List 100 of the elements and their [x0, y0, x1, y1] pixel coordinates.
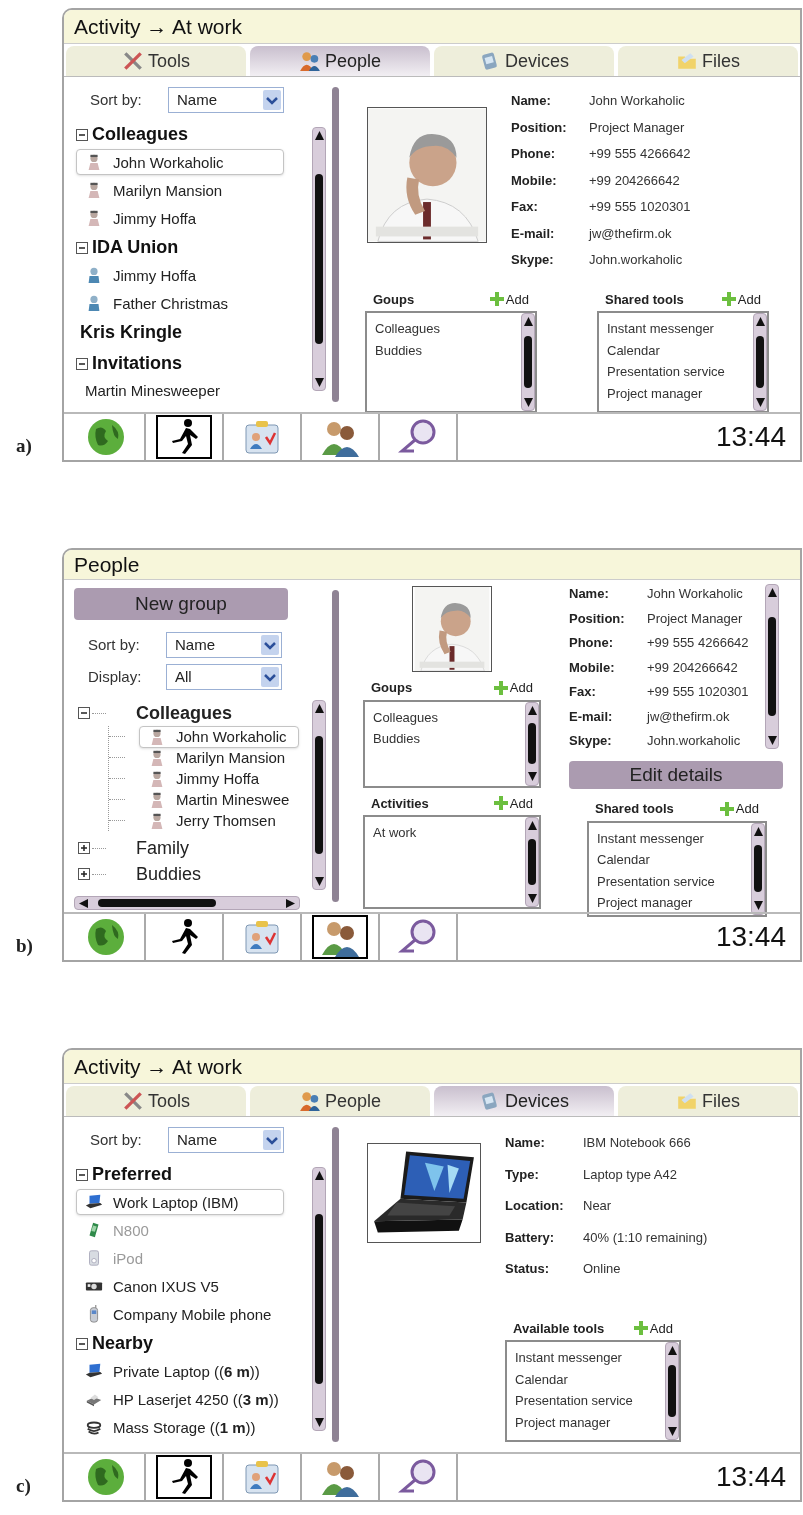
collapse-icon[interactable] [76, 1168, 88, 1181]
scroll-down-icon[interactable] [767, 736, 777, 745]
list-item[interactable]: Buddies [375, 340, 513, 360]
scrollbar-thumb[interactable] [315, 736, 323, 854]
scrollbar[interactable] [765, 584, 779, 749]
scroll-down-icon[interactable] [755, 398, 765, 407]
scrollbar[interactable] [665, 1342, 679, 1440]
scroll-up-icon[interactable] [753, 826, 763, 836]
list-item[interactable]: Project manager [515, 1412, 657, 1432]
scrollbar-thumb[interactable] [528, 839, 536, 885]
list-item[interactable]: Jimmy Hoffa [76, 262, 284, 288]
collapse-icon[interactable] [76, 1337, 88, 1350]
list-item[interactable]: Martin Minesweeper [76, 378, 284, 403]
scroll-left-icon[interactable] [79, 898, 88, 908]
scrollbar[interactable] [74, 896, 300, 910]
tab[interactable]: People [250, 1086, 430, 1116]
scrollbar[interactable] [312, 127, 326, 391]
list-item[interactable]: HP Laserjet 4250 ((3 m)) [76, 1386, 284, 1412]
taskbar-button[interactable] [312, 915, 368, 959]
collapse-icon[interactable] [76, 128, 88, 141]
scrollbar-thumb[interactable] [754, 844, 762, 893]
list-item[interactable]: Company Mobile phone [76, 1301, 284, 1327]
scrollbar-thumb[interactable] [768, 616, 776, 717]
scroll-down-icon[interactable] [314, 877, 324, 886]
tab[interactable]: Files [618, 46, 798, 76]
scroll-down-icon[interactable] [667, 1427, 677, 1436]
list-item[interactable]: Mass Storage ((1 m)) [76, 1414, 284, 1440]
collapse-icon[interactable] [78, 707, 90, 719]
scrollbar[interactable] [525, 817, 539, 907]
scroll-down-icon[interactable] [314, 378, 324, 387]
list-item[interactable]: Jimmy Hoffa [76, 205, 284, 231]
scrollbar[interactable] [521, 313, 535, 411]
list-item[interactable]: Presentation service [515, 1391, 657, 1411]
dropdown[interactable]: All [166, 664, 282, 690]
scrollbar[interactable] [753, 313, 767, 411]
add-button[interactable]: Add [721, 289, 761, 309]
scroll-down-icon[interactable] [527, 894, 537, 903]
scrollbar-thumb[interactable] [315, 174, 323, 344]
add-button[interactable]: Add [719, 799, 759, 819]
list-item[interactable]: Father Christmas [76, 290, 284, 316]
add-button[interactable]: Add [493, 793, 533, 813]
scroll-up-icon[interactable] [667, 1346, 677, 1355]
list-item[interactable]: Instant messenger [515, 1348, 657, 1368]
list-item[interactable]: Calendar [597, 850, 743, 870]
list-item[interactable]: Marilyn Mansion [139, 746, 299, 769]
group-label[interactable]: Invitations [92, 350, 182, 377]
list-item[interactable]: Instant messenger [597, 828, 743, 848]
group-label[interactable]: Preferred [92, 1161, 173, 1188]
list-item[interactable]: Private Laptop ((6 m)) [76, 1358, 284, 1384]
scrollbar-thumb[interactable] [528, 722, 536, 765]
expand-icon[interactable] [78, 868, 90, 880]
list-item[interactable]: Calendar [515, 1369, 657, 1389]
list-item[interactable]: Instant messenger [607, 319, 745, 339]
tab[interactable]: Tools [66, 46, 246, 76]
tab[interactable]: Files [618, 1086, 798, 1116]
scrollbar-thumb[interactable] [524, 336, 532, 388]
scroll-up-icon[interactable] [527, 705, 537, 715]
group-label[interactable]: Buddies [136, 860, 202, 888]
group-label[interactable]: Colleagues [92, 121, 189, 148]
list-item[interactable]: Colleagues [373, 707, 517, 727]
scrollbar[interactable] [312, 1167, 326, 1431]
scrollbar[interactable] [751, 822, 765, 915]
list-item[interactable]: Presentation service [607, 362, 745, 382]
scrollbar-thumb[interactable] [315, 1214, 323, 1384]
list-item[interactable]: Project manager [607, 383, 745, 403]
tab[interactable]: Tools [66, 1086, 246, 1116]
dropdown[interactable]: Name [166, 632, 282, 658]
scroll-up-icon[interactable] [314, 131, 324, 140]
scrollbar-thumb[interactable] [98, 899, 216, 907]
list-item[interactable]: At work [373, 823, 517, 843]
scrollbar[interactable] [525, 701, 539, 786]
edit-details-button[interactable]: Edit details [569, 760, 783, 789]
scroll-down-icon[interactable] [523, 398, 533, 407]
contact-entry[interactable]: Kris Kringle [80, 319, 306, 346]
scroll-down-icon[interactable] [527, 772, 537, 782]
list-item[interactable]: John Workaholic [139, 725, 299, 748]
taskbar-button[interactable] [156, 1455, 212, 1499]
scrollbar[interactable] [312, 700, 326, 890]
list-item[interactable]: Colleagues [375, 319, 513, 339]
list-item[interactable]: Work Laptop (IBM) [76, 1189, 284, 1215]
scroll-up-icon[interactable] [314, 1171, 324, 1180]
group-label[interactable]: Family [136, 834, 189, 862]
new-group-button[interactable]: New group [74, 588, 288, 620]
scrollbar-thumb[interactable] [668, 1365, 676, 1417]
scroll-down-icon[interactable] [314, 1418, 324, 1427]
scroll-right-icon[interactable] [286, 898, 295, 908]
dropdown[interactable]: Name [168, 87, 284, 113]
add-button[interactable]: Add [633, 1318, 673, 1338]
collapse-icon[interactable] [76, 241, 88, 254]
collapse-icon[interactable] [76, 357, 88, 370]
tab[interactable]: Devices [434, 46, 614, 76]
scroll-up-icon[interactable] [755, 317, 765, 326]
list-item[interactable]: Jimmy Hoffa [139, 767, 299, 790]
list-item[interactable]: Calendar [607, 340, 745, 360]
tab[interactable]: People [250, 46, 430, 76]
add-button[interactable]: Add [493, 678, 533, 698]
expand-icon[interactable] [78, 842, 90, 854]
add-button[interactable]: Add [489, 289, 529, 309]
list-item[interactable]: Project manager [597, 893, 743, 913]
group-label[interactable]: Colleagues [136, 699, 233, 727]
